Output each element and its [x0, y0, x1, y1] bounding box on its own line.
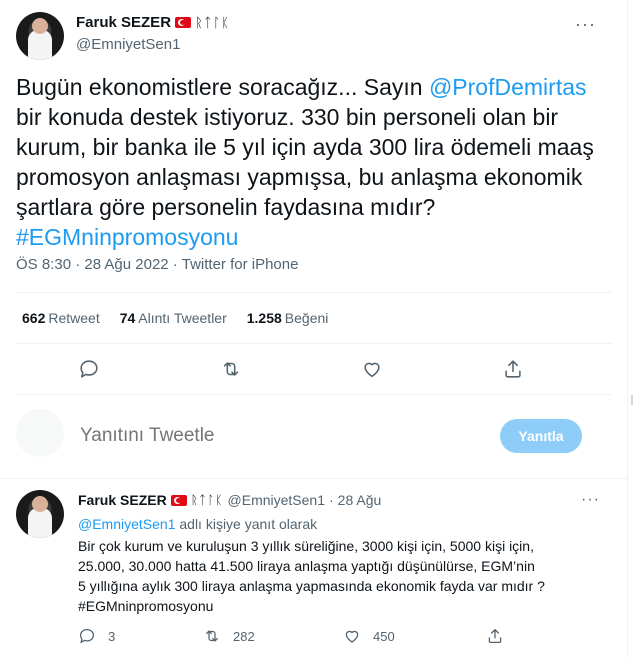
tweet-panel: Faruk SEZER ᚱᛏᛚᛕ @EmniyetSen1 ··· Bugün … [0, 0, 628, 658]
divider [16, 343, 612, 344]
likes-stat[interactable]: 1.258 Beğeni [247, 310, 329, 326]
hashtag-link[interactable]: #EGMninpromosyonu [16, 224, 238, 250]
tweet-time[interactable]: ÖS 8:30 [16, 256, 71, 273]
like-count: 450 [373, 628, 395, 644]
turkey-flag-icon [170, 494, 187, 506]
share-button[interactable] [500, 356, 526, 382]
reply-actions: 3 282 450 [0, 627, 628, 647]
meta-separator: · [75, 256, 81, 273]
reply-text-line: 25.000, 30.000 hatta 41.500 liraya anlaş… [78, 558, 535, 574]
divider [16, 394, 612, 395]
more-options-icon[interactable]: ··· [581, 491, 600, 509]
reply-submit-button[interactable]: Yanıtla [500, 419, 582, 453]
retweet-button[interactable]: 282 [203, 627, 255, 645]
turkey-flag-icon [175, 17, 192, 28]
retweets-label: Retweet [48, 310, 100, 326]
more-options-icon[interactable]: ··· [575, 14, 596, 35]
author-name[interactable]: Faruk SEZER [78, 492, 167, 508]
likes-label: Beğeni [284, 310, 329, 326]
replying-to-handle[interactable]: @EmniyetSen1 [78, 516, 175, 532]
tweet-date[interactable]: 28 Ağu 2022 [84, 256, 168, 273]
share-icon [505, 360, 521, 378]
retweet-button[interactable] [218, 356, 244, 382]
like-button[interactable]: 450 [343, 627, 395, 645]
retweet-icon [206, 630, 218, 642]
tweet-header: Faruk SEZER ᚱᛏᛚᛕ @EmniyetSen1 ··· [16, 12, 596, 60]
reply-button[interactable] [76, 356, 102, 382]
reply-icon [79, 628, 95, 644]
reply-button[interactable]: 3 [78, 627, 115, 645]
reply-composer: Yanıtla [0, 405, 628, 469]
author-name[interactable]: Faruk SEZER [76, 14, 171, 31]
like-icon [345, 630, 359, 643]
tweet-text-part: Bugün ekonomistlere soracağız... Sayın [16, 74, 429, 100]
quotes-count: 74 [119, 310, 136, 326]
replying-to: @EmniyetSen1 adlı kişiye yanıt olarak [78, 515, 608, 534]
author-handle[interactable]: @EmniyetSen1 [76, 36, 180, 53]
tweet-text: Bugün ekonomistlere soracağız... Sayın @… [16, 72, 596, 252]
author-handle[interactable]: @EmniyetSen1 [228, 492, 325, 508]
tweet-source[interactable]: Twitter for iPhone [182, 256, 299, 273]
tweet-text-part: bir konuda destek istiyoruz. 330 bin per… [16, 104, 594, 220]
author-name-script: ᚱᛏᛚᛕ [190, 493, 224, 507]
mention-link[interactable]: @ProfDemirtas [429, 74, 587, 100]
quotes-stat[interactable]: 74 Alıntı Tweetler [120, 310, 227, 326]
meta-separator: · [329, 492, 334, 508]
tweet-actions [0, 356, 628, 382]
share-icon [488, 628, 502, 644]
divider [16, 292, 612, 293]
hashtag-link[interactable]: #EGMninpromosyonu [78, 597, 608, 616]
author-name-script: ᚱᛏᛚᛕ [195, 15, 231, 30]
like-icon [364, 362, 380, 378]
reply-date[interactable]: 28 Ağu [338, 492, 382, 508]
reply-author-row: Faruk SEZER ᚱᛏᛚᛕ @EmniyetSen1 · 28 Ağu [78, 492, 381, 508]
quotes-label: Alıntı Tweetler [138, 310, 227, 326]
retweet-icon [223, 362, 239, 376]
reply-icon [80, 360, 98, 378]
meta-separator: · [172, 256, 178, 273]
avatar[interactable] [16, 490, 64, 538]
share-button[interactable] [486, 627, 504, 645]
replying-to-suffix: adlı kişiye yanıt olarak [175, 516, 318, 532]
composer-avatar [16, 409, 64, 457]
likes-count: 1.258 [246, 310, 282, 326]
reply-text-line: 5 yıllığına aylık 300 liraya anlaşma yap… [78, 578, 545, 594]
reply-tweet[interactable]: Faruk SEZER ᚱᛏᛚᛕ @EmniyetSen1 · 28 Ağu ·… [0, 478, 628, 658]
author-row: Faruk SEZER ᚱᛏᛚᛕ [76, 14, 230, 31]
tweet-meta: ÖS 8:30 · 28 Ağu 2022 · Twitter for iPho… [16, 256, 298, 273]
like-button[interactable] [359, 356, 385, 382]
reply-text-line: Bir çok kurum ve kuruluşun 3 yıllık süre… [78, 538, 534, 554]
retweets-count: 662 [22, 310, 46, 326]
tweet-stats: 662 Retweet 74 Alıntı Tweetler 1.258 Beğeni [22, 310, 328, 326]
avatar[interactable] [16, 12, 64, 60]
retweet-count: 282 [233, 628, 255, 644]
retweets-stat[interactable]: 662 Retweet [22, 310, 100, 326]
reply-input[interactable] [80, 425, 460, 447]
reply-count: 3 [108, 628, 116, 644]
